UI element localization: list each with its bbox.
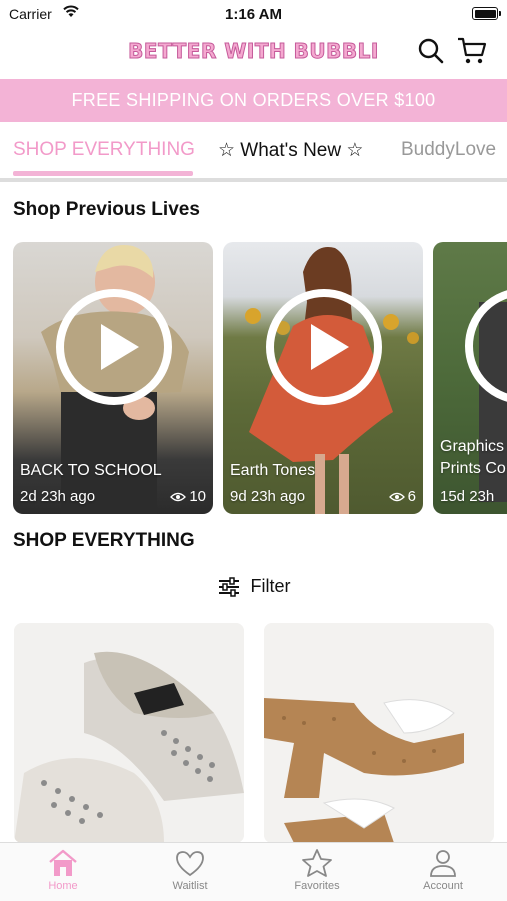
shipping-banner: FREE SHIPPING ON ORDERS OVER $100 [0, 79, 507, 122]
heart-icon [176, 851, 204, 877]
filter-button[interactable]: Filter [0, 576, 507, 597]
tabbar-favorites[interactable]: Favorites [267, 848, 367, 892]
tabbar-waitlist[interactable]: Waitlist [140, 848, 240, 892]
live-card[interactable]: BACK TO SCHOOL 2d 23h ago 10 [13, 242, 213, 514]
person-icon [430, 850, 456, 877]
live-views: 10 [170, 488, 206, 505]
previous-lives-carousel[interactable]: BACK TO SCHOOL 2d 23h ago 10 Earth Tones… [0, 242, 507, 516]
tab-shop-everything[interactable]: SHOP EVERYTHING [13, 139, 195, 161]
eye-icon [388, 492, 405, 501]
home-icon [49, 849, 77, 876]
live-title-line: Graphics [440, 438, 505, 455]
live-age: 9d 23h ago [230, 488, 306, 505]
previous-lives-title: Shop Previous Lives [13, 199, 200, 220]
bottom-tab-bar: Home Waitlist Favorites Account [0, 842, 507, 901]
star-icon [302, 849, 332, 877]
live-title: Earth Tones [230, 462, 316, 479]
live-title-line: Prints Co [440, 460, 506, 477]
status-bar: Carrier 1:16 AM [0, 0, 507, 28]
app-header: BETTER WITH BUBBLI [0, 28, 507, 78]
cart-icon[interactable] [456, 36, 488, 66]
tabbar-home-label: Home [48, 880, 78, 892]
tabbar-account[interactable]: Account [393, 848, 493, 892]
tabbar-account-label: Account [423, 880, 463, 892]
play-icon[interactable] [55, 288, 173, 406]
clock: 1:16 AM [225, 6, 282, 23]
tabs-divider [0, 178, 507, 182]
product-card[interactable] [264, 623, 494, 843]
live-views: 6 [388, 488, 416, 505]
live-age: 2d 23h ago [20, 488, 96, 505]
live-title: Graphics Prints Co [440, 436, 506, 480]
product-card[interactable] [14, 623, 244, 843]
tab-buddylove[interactable]: BuddyLove [401, 139, 496, 161]
battery-icon [472, 7, 501, 20]
play-icon[interactable] [265, 288, 383, 406]
live-card[interactable]: Earth Tones 9d 23h ago 6 [223, 242, 423, 514]
search-icon[interactable] [416, 36, 446, 66]
live-age: 15d 23h [440, 488, 495, 505]
active-tab-indicator [13, 171, 193, 176]
tabbar-favorites-label: Favorites [294, 880, 340, 892]
product-image [264, 623, 494, 843]
tab-whats-new[interactable]: ☆ What's New ☆ [218, 139, 363, 162]
product-image [14, 623, 244, 843]
eye-icon [170, 492, 187, 501]
tabbar-waitlist-label: Waitlist [172, 880, 208, 892]
filter-icon [218, 576, 239, 597]
shop-everything-title: SHOP EVERYTHING [13, 530, 195, 551]
live-title: BACK TO SCHOOL [20, 462, 162, 479]
live-card[interactable]: Graphics Prints Co 15d 23h [433, 242, 507, 514]
tabbar-home[interactable]: Home [13, 848, 113, 892]
category-tabs: SHOP EVERYTHING ☆ What's New ☆ BuddyLove [0, 124, 507, 178]
filter-label: Filter [250, 576, 291, 596]
views-count: 10 [189, 488, 206, 505]
views-count: 6 [407, 488, 416, 505]
